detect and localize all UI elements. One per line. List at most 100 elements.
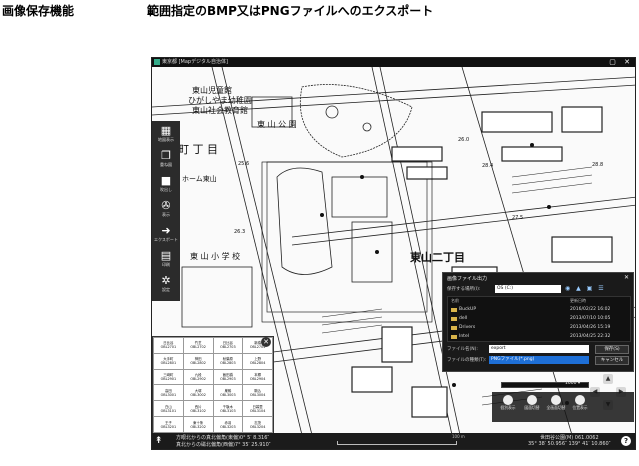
sheet-cell[interactable]: 巣鴨 OBL3003	[212, 384, 244, 402]
view-icon	[503, 395, 513, 405]
scale-ruler-label: 100 m	[452, 434, 465, 439]
file-name: BuckUP	[459, 307, 477, 312]
sheet-cell[interactable]: 王子 OBL3201	[153, 416, 184, 433]
sheet-cell[interactable]: 高田 OBL3001	[153, 384, 184, 402]
folder-icon	[451, 317, 457, 321]
sheet-cell-code: OBL3201	[160, 424, 177, 429]
sheet-cell-code: OBL3103	[220, 408, 236, 413]
sheet-cell-code: OBL2901	[160, 377, 177, 382]
sheet-cell[interactable]: 九段 OBL2902	[182, 368, 214, 386]
filetype-select[interactable]: PNGファイル(*.png)	[489, 356, 589, 364]
sheet-cell-code: OBL3202	[190, 424, 206, 429]
column-header-date[interactable]: 更新日時	[570, 298, 586, 304]
settings-button[interactable]: ✲ 設定	[152, 273, 180, 298]
file-list-item[interactable]: Drivers 2013/04/26 15:19	[448, 324, 632, 332]
sheet-index-row: 日比谷 OBL2701 竹芝 OBL2702 日比谷 OBL2703 新橋 OBL2704	[153, 337, 273, 354]
folder-icon	[451, 326, 457, 330]
sheet-cell[interactable]: 本郷 OBL2904	[242, 368, 273, 386]
sheet-cell[interactable]: 秋葉原 OBL2803	[212, 352, 244, 370]
help-button[interactable]: ?	[621, 436, 631, 446]
sheet-cell[interactable]: 大手町 OBL2801	[153, 352, 184, 370]
map-label-park: 東 山 公 園	[257, 120, 297, 129]
export-button[interactable]: ➜ エクスポート	[152, 223, 180, 248]
individual-view-button[interactable]: 個別表示	[498, 395, 518, 420]
dialog-nav-icons[interactable]: ◉ ▲ ▣ ☰	[565, 285, 606, 292]
sheet-cell-code: OBL3001	[160, 392, 177, 397]
cancel-button[interactable]: キャンセル	[595, 356, 629, 365]
file-list[interactable]: 名前 更新日時 BuckUP 2016/02/22 16:02 dell 2013/0…	[447, 296, 631, 342]
sheet-cell[interactable]: 竹芝 OBL2702	[182, 337, 214, 354]
sheet-index-row: 高田 OBL3001 大塚 OBL3002 巣鴨 OBL3003 駒込 OBL3004	[153, 384, 273, 402]
print-button[interactable]: ▤ 印刷	[152, 248, 180, 273]
export-icon: ➜	[161, 224, 171, 237]
file-name: dell	[459, 316, 468, 321]
scale-ruler	[337, 441, 457, 445]
sheet-cell[interactable]: 西片 OBL3102	[182, 400, 214, 418]
sheet-cell[interactable]: 日比谷 OBL2703	[212, 337, 244, 354]
left-toolbar: ▦ 地図表示 ❐ 重ね図 ■ 吹出し ✇ 表示 ➜ エクスポート ▤ 印刷 ✲ …	[152, 121, 180, 301]
map-switch-button[interactable]: 図面切替	[522, 395, 542, 420]
sheet-cell[interactable]: 千駄木 OBL3103	[212, 400, 244, 418]
sheet-cell-code: OBL2804	[249, 361, 266, 366]
column-header-name[interactable]: 名前	[451, 298, 459, 304]
sheet-cell[interactable]: 駒込 OBL3004	[242, 384, 273, 402]
balloon-button[interactable]: ■ 吹出し	[152, 173, 180, 198]
file-name: Drivers	[459, 325, 476, 330]
fullscreen-button[interactable]: 全画面切替	[546, 395, 566, 420]
map-elevation: 27.5	[512, 215, 524, 221]
sheet-cell[interactable]: 赤羽 OBL3203	[212, 416, 244, 433]
sheet-cell[interactable]: 大塚 OBL3002	[182, 384, 214, 402]
save-location-label: 保存する場所(I):	[447, 287, 481, 292]
sheet-cell[interactable]: 三崎町 OBL2901	[153, 368, 184, 386]
sheet-cell[interactable]: 白山 OBL3101	[153, 400, 184, 418]
file-date: 2016/02/22 16:02	[570, 307, 611, 312]
filename-input[interactable]: export	[489, 345, 589, 353]
pan-up-button[interactable]: ▲	[603, 374, 613, 384]
save-button[interactable]: 保存(S)	[595, 345, 629, 354]
sheet-cell[interactable]: 日比谷 OBL2701	[153, 337, 184, 354]
close-icon[interactable]: ✕	[261, 337, 271, 347]
scale-value[interactable]: 1000 ▾	[565, 381, 580, 386]
sheet-cell[interactable]: 飯田橋 OBL2903	[212, 368, 244, 386]
sheet-cell[interactable]: 上野 OBL2804	[242, 352, 273, 370]
sheet-cell[interactable]: 神田 OBL2802	[182, 352, 214, 370]
sheet-cell[interactable]: 東十条 OBL3202	[182, 416, 214, 433]
sheet-index-row: 王子 OBL3201 東十条 OBL3202 赤羽 OBL3203 志茂 OBL3204	[153, 416, 273, 433]
status-bar: ↟ 方眼北からの真北偏角(東偏)0° 5′ 8.316″ 真北からの磁北偏角(西…	[152, 433, 635, 449]
file-list-item[interactable]: Intel 2013/04/25 22:32	[448, 333, 632, 341]
file-date: 2013/07/10 10:05	[570, 316, 611, 321]
sheet-index-row: 白山 OBL3101 西片 OBL3102 千駄木 OBL3103 日暮里 OBL3104	[153, 400, 273, 418]
sheet-cell-code: OBL2801	[160, 361, 177, 366]
map-label-home: ホーム東山	[182, 175, 217, 183]
screen: 画像保存機能 範囲指定のBMP又はPNGファイルへのエクスポート 東京都 [Ma…	[0, 0, 639, 466]
dialog-close-icon[interactable]: ✕	[624, 274, 629, 281]
title-bar: 東京都 [Mapデジタル自治体] ▢ ✕	[152, 58, 635, 67]
folder-icon	[451, 308, 457, 312]
sheet-cell-code: OBL2903	[220, 377, 236, 382]
sheet-index-row: 大手町 OBL2801 神田 OBL2802 秋葉原 OBL2803 上野 OBL2804	[153, 352, 273, 370]
file-date: 2013/04/25 22:32	[570, 334, 611, 339]
save-location-select[interactable]: OS (C:)	[495, 285, 561, 293]
overlay-button[interactable]: ❐ 重ね図	[152, 148, 180, 173]
map-icon	[527, 395, 537, 405]
map-elevation: 25.6	[238, 161, 250, 167]
map-label-chome-left: 町 丁 目	[178, 143, 218, 156]
location-button[interactable]: 位置表示	[570, 395, 590, 420]
sheet-cell[interactable]: 志茂 OBL3204	[242, 416, 273, 433]
grid-north-declination: 方眼北からの真北偏角(東偏)0° 5′ 8.316″	[176, 435, 270, 441]
display-button[interactable]: ✇ 表示	[152, 198, 180, 223]
sheet-cell[interactable]: 日暮里 OBL3104	[242, 400, 273, 418]
file-name: Intel	[459, 334, 469, 339]
north-logo-icon: ↟	[155, 436, 163, 446]
app-icon	[154, 59, 160, 65]
file-list-item[interactable]: dell 2013/07/10 10:05	[448, 315, 632, 323]
sheet-cell-code: OBL2703	[220, 345, 236, 350]
layers-icon: ❐	[161, 149, 171, 162]
window-controls[interactable]: ▢ ✕	[609, 58, 633, 67]
sheet-cell-code: OBL2803	[220, 361, 236, 366]
feature-label: 画像保存機能	[2, 4, 75, 18]
sheet-cell-code: OBL2701	[160, 345, 177, 350]
map-display-button[interactable]: ▦ 地図表示	[152, 123, 180, 148]
file-list-item[interactable]: BuckUP 2016/02/22 16:02	[448, 306, 632, 314]
map-label-education-hall: 東山社会教育館	[192, 106, 248, 115]
